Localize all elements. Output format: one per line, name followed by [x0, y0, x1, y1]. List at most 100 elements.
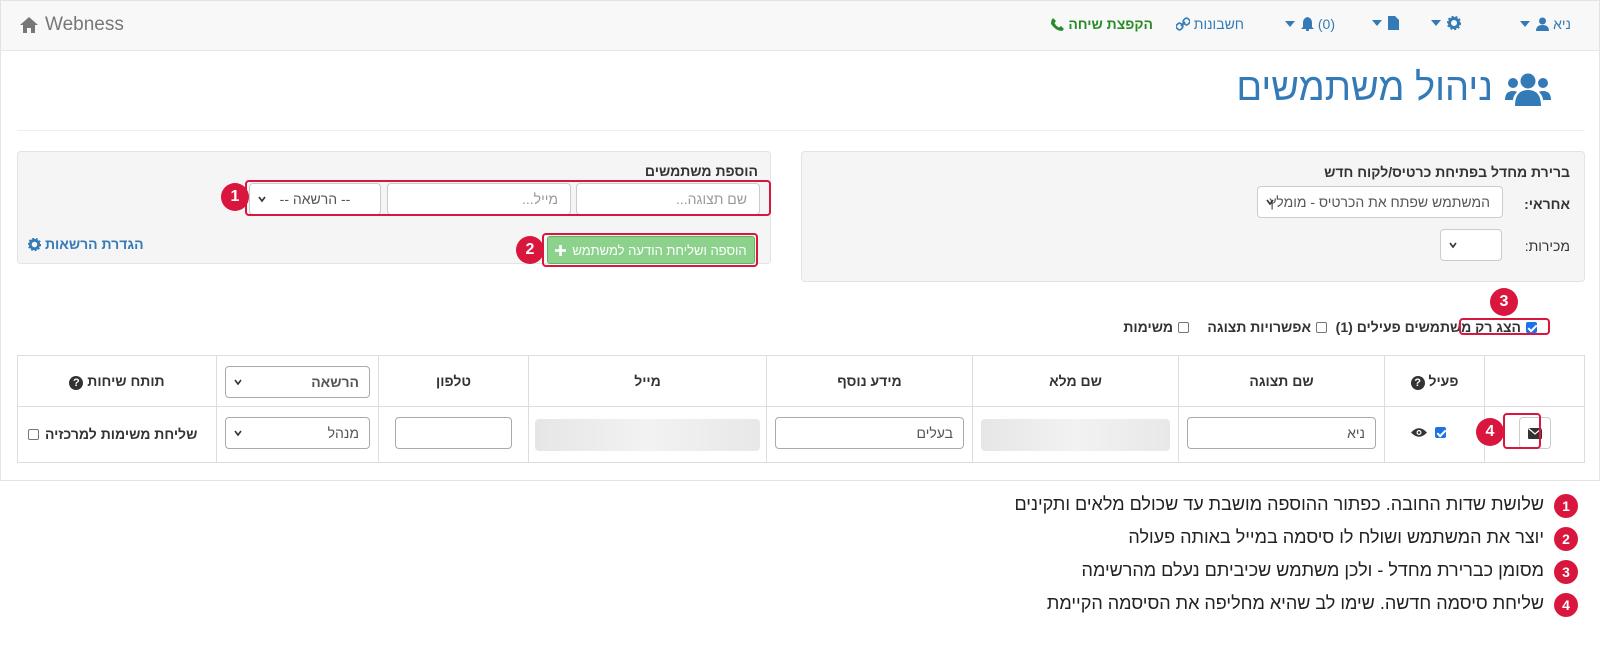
add-users-heading: הוספת משתמשים [644, 163, 758, 179]
phone-field[interactable] [395, 417, 512, 449]
phone-icon [1051, 17, 1065, 31]
extra-info-cell: בעלים [766, 406, 973, 463]
permissions-link-label: הגדרת הרשאות [45, 236, 144, 252]
annotation-box-3 [1459, 318, 1550, 335]
email-field-redacted[interactable] [535, 419, 760, 451]
display-name-field[interactable]: ניא [1187, 417, 1376, 449]
col-display-name-header: שם תצוגה [1178, 355, 1385, 407]
notifications-count: (0) [1317, 16, 1335, 32]
sales-label: מכירות: [1524, 238, 1570, 254]
call-popup-label: הקפצת שיחה [1068, 16, 1153, 32]
annotation-badge-3: 3 [1490, 288, 1518, 316]
annotation-badge-2: 2 [516, 236, 544, 264]
sales-select[interactable] [1440, 229, 1502, 261]
permissions-link[interactable]: הגדרת הרשאות [28, 236, 144, 252]
annotation-box-1 [245, 180, 771, 216]
chevron-down-icon [1449, 242, 1457, 249]
file-icon [1388, 16, 1399, 30]
gear-icon [28, 237, 41, 251]
col-extra-info-header: מידע נוסף [766, 355, 973, 407]
responsible-label: אחראי: [1524, 196, 1570, 212]
permission-filter-select[interactable]: הרשאה [225, 366, 370, 398]
send-tasks-option[interactable]: שליחת משימות למרכזיה [28, 426, 197, 442]
active-checkbox[interactable] [1435, 427, 1446, 438]
permission-cell: מנהל [216, 406, 379, 463]
top-navbar: Webness ניא (0) חשבונות הקפצת שיחה [1, 1, 1599, 51]
users-table: פעיל ? שם תצוגה שם מלא מידע נוסף מייל טל… [17, 355, 1585, 463]
full-name-cell [972, 406, 1179, 463]
send-tasks-checkbox[interactable] [28, 428, 39, 440]
user-name: ניא [1553, 16, 1571, 32]
defaults-heading: ברירת מחדל בפתיחת כרטיס/לקוח חדש [1324, 164, 1570, 180]
tasks-checkbox[interactable] [1178, 321, 1189, 333]
call-cannon-cell: שליחת משימות למרכזיה [17, 406, 217, 463]
col-email-header: מייל [528, 355, 767, 407]
phone-cell [378, 406, 529, 463]
help-icon: ? [1410, 375, 1425, 390]
annotation-badge-4: 4 [1476, 418, 1504, 446]
display-options-checkbox[interactable] [1316, 321, 1327, 333]
help-icon: ? [69, 375, 84, 390]
responsible-value: המשתמש שפתח את הכרטיס - מומלץ [1269, 194, 1490, 210]
page-title-text: ניהול משתמשים [1236, 67, 1493, 109]
app-frame: Webness ניא (0) חשבונות הקפצת שיחה ניהול… [0, 0, 1600, 481]
legend-text-3: מסומן כברירת מחדל - ולכן משתמש שכיביתם נ… [1081, 560, 1544, 580]
full-name-field-redacted[interactable] [981, 419, 1170, 451]
documents-menu[interactable] [1372, 16, 1399, 30]
legend-badge-3: 3 [1554, 560, 1578, 584]
legend-badge-4: 4 [1554, 593, 1578, 617]
tasks-label: משימות [1123, 319, 1173, 335]
send-tasks-label: שליחת משימות למרכזיה [45, 426, 198, 442]
link-icon [1175, 17, 1190, 31]
call-popup-link[interactable]: הקפצת שיחה [1051, 16, 1153, 32]
display-name-cell: ניא [1178, 406, 1385, 463]
col-full-name-header: שם מלא [972, 355, 1179, 407]
display-options-label: אפשרויות תצוגה [1207, 319, 1311, 335]
notifications-menu[interactable]: (0) [1284, 16, 1335, 32]
brand-link[interactable]: Webness [19, 14, 124, 36]
col-permission-header: הרשאה [216, 355, 379, 407]
extra-info-field[interactable]: בעלים [775, 417, 964, 449]
eye-icon[interactable] [1411, 427, 1427, 438]
brand-name: Webness [45, 14, 124, 35]
page-title: ניהול משתמשים [1236, 67, 1551, 110]
active-cell [1384, 406, 1485, 463]
tasks-option[interactable]: משימות [1123, 319, 1189, 335]
annotation-badge-1: 1 [221, 183, 249, 211]
accounts-label: חשבונות [1193, 16, 1244, 32]
responsible-select[interactable]: המשתמש שפתח את הכרטיס - מומלץ [1257, 186, 1503, 218]
accounts-link[interactable]: חשבונות [1175, 16, 1244, 32]
users-icon [1505, 73, 1551, 106]
col-call-cannon-header: תותח שיחות ? [17, 355, 217, 407]
user-menu[interactable]: ניא [1520, 16, 1571, 32]
defaults-panel: ברירת מחדל בפתיחת כרטיס/לקוח חדש אחראי: … [801, 151, 1585, 282]
col-phone-header: טלפון [378, 355, 529, 407]
chevron-down-icon [234, 379, 242, 386]
legend-text-2: יוצר את המשתמש ושולח לו סיסמה במייל באות… [1128, 527, 1544, 547]
col-active-header: פעיל ? [1384, 355, 1485, 407]
home-icon [20, 17, 38, 33]
chevron-down-icon [234, 430, 242, 437]
legend-badge-1: 1 [1554, 494, 1578, 518]
bell-icon [1300, 17, 1314, 31]
chevron-down-icon [1372, 20, 1382, 26]
table-row: ניא בעלים מנהל שליחת משימות למרכזיה [17, 406, 1585, 463]
chevron-down-icon [1431, 20, 1441, 26]
annotation-box-4 [1503, 413, 1541, 449]
chevron-down-icon [1520, 21, 1531, 27]
permission-row-select[interactable]: מנהל [225, 417, 370, 449]
display-options-option[interactable]: אפשרויות תצוגה [1207, 319, 1327, 335]
divider [17, 130, 1585, 131]
user-icon [1536, 17, 1550, 31]
col-actions-header [1484, 355, 1585, 407]
chevron-down-icon [1284, 21, 1295, 27]
legend-text-4: שליחת סיסמה חדשה. שימו לב שהיא מחליפה את… [1046, 593, 1544, 613]
legend-text-1: שלושת שדות החובה. כפתור ההוספה מושבת עד … [1014, 494, 1544, 514]
annotation-box-2 [542, 233, 758, 267]
settings-menu[interactable] [1431, 16, 1461, 30]
table-header-row: פעיל ? שם תצוגה שם מלא מידע נוסף מייל טל… [17, 355, 1585, 407]
gear-icon [1447, 16, 1461, 30]
legend-badge-2: 2 [1554, 527, 1578, 551]
email-cell [528, 406, 767, 463]
chevron-down-icon [1266, 199, 1274, 206]
